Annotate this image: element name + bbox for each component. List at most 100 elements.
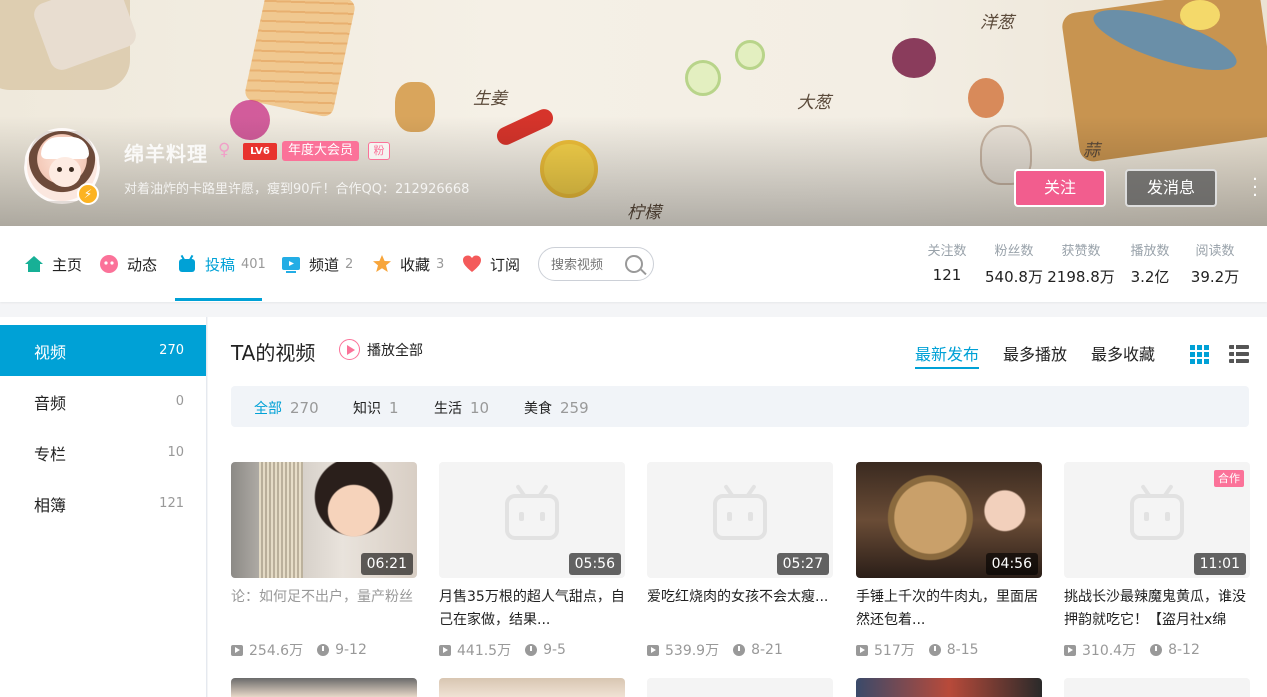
stat-likes: 获赞数 2198.8万 [1047, 240, 1115, 287]
video-meta: 310.4万 8-12 [1064, 640, 1250, 660]
video-title[interactable]: 爱吃红烧肉的女孩不会太瘦... [647, 586, 833, 632]
vip-badge[interactable]: 年度大会员 [282, 141, 360, 161]
video-title[interactable]: 月售35万根的超人气甜点，自己在家做，结果... [439, 586, 625, 632]
stat-reads: 阅读数 39.2万 [1187, 240, 1243, 287]
stat-label: 阅读数 [1195, 244, 1235, 259]
video-title[interactable]: 挑战长沙最辣魔鬼黄瓜，谁没押韵就吃它！【盗月社x绵 [1064, 586, 1250, 632]
video-thumbnail-row2[interactable] [856, 678, 1042, 697]
search-icon[interactable] [625, 255, 643, 273]
sidebar-item-label: 音频 [34, 393, 67, 413]
video-card[interactable]: 04:56 手锤上千次的牛肉丸，里面居然还包着... 517万 8-15 [856, 462, 1042, 660]
clock-icon [733, 644, 746, 656]
tab-channels[interactable]: 频道 2 [281, 226, 353, 302]
video-title[interactable]: 手锤上千次的牛肉丸，里面居然还包着... [856, 586, 1042, 632]
sort-newest[interactable]: 最新发布 [915, 341, 979, 365]
video-thumbnail[interactable]: 05:27 [647, 462, 833, 578]
heart-icon [463, 255, 481, 272]
video-search[interactable] [538, 247, 654, 281]
filter-knowledge[interactable]: 知识 1 [353, 398, 399, 418]
video-title[interactable]: 论：如何足不出户，量产粉丝 [231, 586, 417, 632]
stat-following[interactable]: 关注数 121 [922, 240, 972, 284]
publish-date: 8-15 [946, 642, 979, 658]
video-card[interactable]: 06:21 论：如何足不出户，量产粉丝 254.6万 9-12 [231, 462, 417, 660]
stat-value: 121 [932, 266, 962, 284]
filter-food[interactable]: 美食 259 [524, 398, 589, 418]
video-duration: 11:01 [1193, 553, 1246, 575]
tab-activity[interactable]: 动态 [99, 226, 157, 302]
sidebar-item-label: 视频 [34, 342, 67, 362]
filter-life[interactable]: 生活 10 [434, 398, 489, 418]
video-thumbnail[interactable]: 合作 11:01 [1064, 462, 1250, 578]
publish-date: 9-12 [335, 642, 367, 658]
filter-count: 10 [470, 399, 490, 417]
active-tab-indicator [175, 298, 262, 301]
activity-icon [100, 255, 118, 273]
list-view-icon[interactable] [1229, 345, 1249, 364]
tab-uploads[interactable]: 投稿 401 [177, 226, 266, 302]
grid-view-icon[interactable] [1190, 345, 1209, 364]
category-filter-bar: 全部 270 知识 1 生活 10 美食 259 [231, 386, 1249, 427]
publish-date: 8-12 [1168, 642, 1200, 658]
play-count: 517万 [874, 643, 915, 659]
sidebar-item-articles[interactable]: 专栏 10 [0, 427, 206, 478]
stat-value: 2198.8万 [1047, 268, 1115, 286]
video-thumbnail[interactable]: 05:56 [439, 462, 625, 578]
video-thumbnail-row2[interactable] [1064, 678, 1250, 697]
tab-home-label: 主页 [52, 255, 83, 274]
video-duration: 05:27 [776, 553, 829, 575]
user-signature: 对着油炸的卡路里许愿，瘦到90斤！合作QQ：212926668 [124, 182, 470, 197]
tab-subscriptions[interactable]: 订阅 [462, 226, 520, 302]
collab-badge: 合作 [1214, 470, 1244, 487]
filter-count: 259 [560, 399, 589, 417]
tab-favorites[interactable]: 收藏 3 [372, 226, 444, 302]
play-count-icon [1064, 644, 1076, 656]
sidebar-item-audio[interactable]: 音频 0 [0, 376, 206, 427]
scallion-ring-illustration-2 [735, 40, 765, 70]
banner-label-onion: 洋葱 [980, 13, 1014, 33]
play-count-icon [647, 644, 659, 656]
stat-value: 540.8万 [985, 268, 1043, 286]
lemon-slice-illustration [1180, 0, 1220, 30]
sidebar-item-count: 0 [175, 394, 184, 409]
video-thumbnail[interactable]: 06:21 [231, 462, 417, 578]
avatar-face [49, 157, 81, 187]
tv-placeholder-icon [1130, 494, 1184, 540]
sidebar-item-albums[interactable]: 相簿 121 [0, 478, 206, 529]
video-meta: 441.5万 9-5 [439, 640, 625, 660]
message-button[interactable]: 发消息 [1125, 169, 1217, 207]
thumbnail-image [259, 462, 303, 578]
play-all-button[interactable]: 播放全部 [339, 339, 423, 360]
more-options-icon[interactable]: · · · [1248, 171, 1262, 205]
sort-most-played[interactable]: 最多播放 [1003, 341, 1067, 365]
tv-placeholder-icon [713, 494, 767, 540]
tab-home[interactable]: 主页 [24, 226, 82, 302]
fan-badge[interactable]: 粉 [368, 142, 390, 160]
filter-all[interactable]: 全部 270 [254, 398, 319, 418]
video-meta: 517万 8-15 [856, 640, 1042, 660]
sidebar-item-video[interactable]: 视频 270 [0, 325, 206, 376]
filter-label: 全部 [254, 401, 282, 417]
verified-lightning-icon: ⚡ [77, 183, 99, 205]
video-thumbnail-row2[interactable] [231, 678, 417, 697]
video-thumbnail-row2[interactable] [647, 678, 833, 697]
follow-button[interactable]: 关注 [1014, 169, 1106, 207]
sort-most-favorited[interactable]: 最多收藏 [1091, 341, 1155, 365]
level-badge: LV6 [243, 143, 277, 160]
clock-icon [317, 644, 330, 656]
play-count-icon [856, 644, 868, 656]
video-card[interactable]: 05:56 月售35万根的超人气甜点，自己在家做，结果... 441.5万 9-… [439, 462, 625, 660]
video-thumbnail[interactable]: 04:56 [856, 462, 1042, 578]
shallot-illustration [968, 78, 1004, 118]
video-meta: 539.9万 8-21 [647, 640, 833, 660]
play-count-icon [439, 644, 451, 656]
star-icon [373, 255, 391, 272]
tv-placeholder-icon [505, 494, 559, 540]
stat-followers[interactable]: 粉丝数 540.8万 [984, 240, 1044, 287]
content-type-sidebar: 视频 270 音频 0 专栏 10 相簿 121 [0, 317, 207, 697]
banner-label-scallion: 大葱 [797, 93, 831, 113]
video-card[interactable]: 05:27 爱吃红烧肉的女孩不会太瘦... 539.9万 8-21 [647, 462, 833, 660]
video-thumbnail-row2[interactable] [439, 678, 625, 697]
section-title: TA的视频 [231, 341, 316, 365]
search-input[interactable] [551, 256, 623, 274]
video-card[interactable]: 合作 11:01 挑战长沙最辣魔鬼黄瓜，谁没押韵就吃它！【盗月社x绵 310.4… [1064, 462, 1250, 660]
